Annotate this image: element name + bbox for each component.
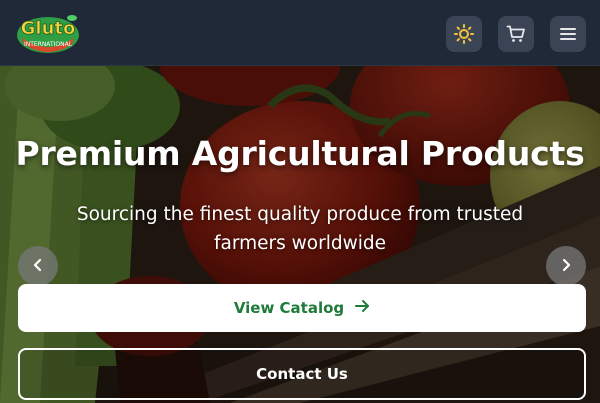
hero-subtitle: Sourcing the finest quality produce from…: [76, 204, 524, 254]
view-catalog-button[interactable]: View Catalog: [18, 284, 586, 332]
svg-text:Gluto: Gluto: [21, 18, 76, 39]
contact-us-button[interactable]: Contact Us: [18, 348, 586, 400]
hero-title: Premium Agricultural Products: [15, 134, 585, 173]
sun-icon: [454, 24, 474, 44]
menu-icon: [559, 26, 577, 42]
cart-button[interactable]: [498, 16, 534, 52]
svg-text:INTERNATIONAL: INTERNATIONAL: [24, 41, 73, 48]
cart-icon: [506, 24, 526, 44]
carousel-prev-button[interactable]: [18, 246, 58, 286]
view-catalog-label: View Catalog: [233, 299, 345, 317]
contact-us-label: Contact Us: [256, 365, 348, 383]
hero-section: Premium Agricultural Products Sourcing t…: [0, 66, 600, 403]
carousel-next-button[interactable]: [546, 246, 586, 286]
site-header: Gluto INTERNATIONAL: [0, 0, 600, 66]
gluto-logo[interactable]: Gluto INTERNATIONAL: [14, 8, 82, 58]
arrow-right-icon: [354, 298, 370, 318]
theme-toggle-button[interactable]: [446, 16, 482, 52]
chevron-left-icon: [31, 257, 45, 276]
chevron-right-icon: [559, 257, 573, 276]
menu-button[interactable]: [550, 16, 586, 52]
page: Gluto INTERNATIONAL Premium Agricultural…: [0, 0, 600, 403]
